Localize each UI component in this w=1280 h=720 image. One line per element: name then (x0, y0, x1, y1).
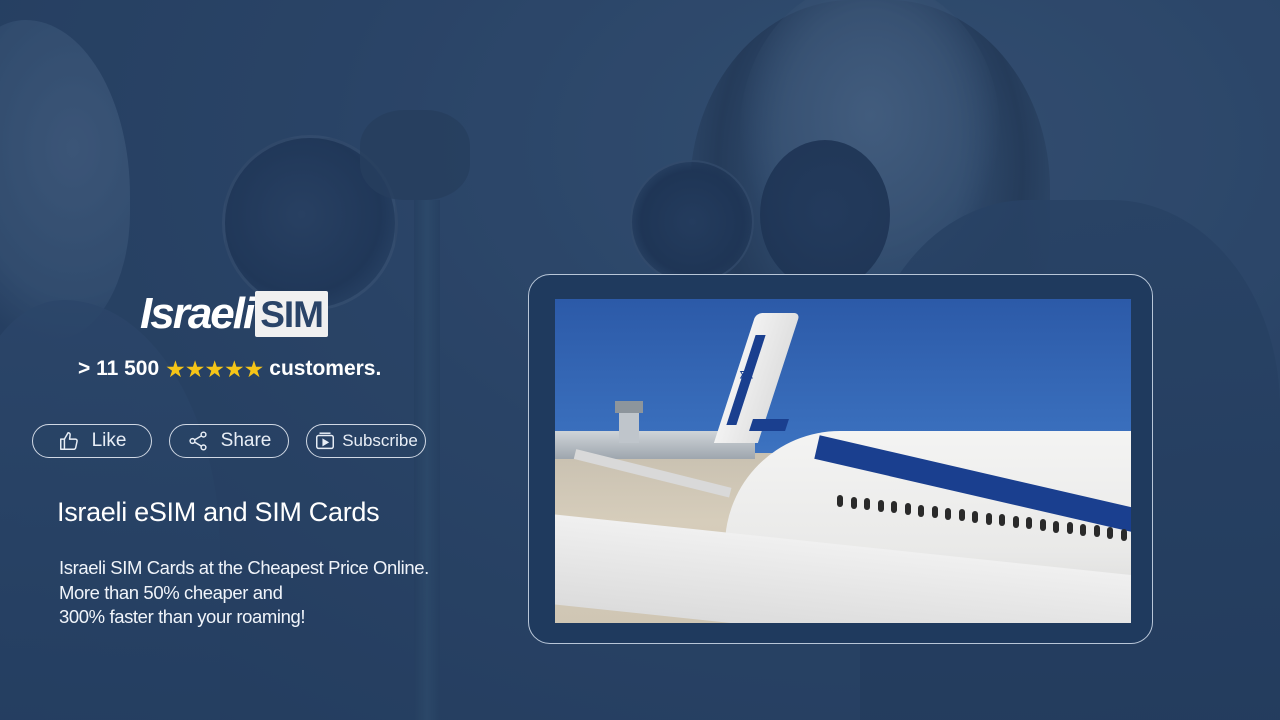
airplane-window (1093, 525, 1100, 538)
airplane-window (958, 509, 965, 522)
airplane-window (918, 504, 924, 517)
like-button[interactable]: Like (32, 424, 152, 458)
logo-text-box: SIM (255, 291, 328, 337)
subscribe-label: Subscribe (342, 431, 418, 450)
airplane-window (1080, 523, 1086, 536)
share-icon (187, 430, 209, 452)
thumbs-up-icon (58, 430, 80, 452)
airplane-window (985, 512, 992, 525)
airplane-window (1039, 519, 1046, 531)
star-of-david-icon: ✡ (738, 365, 755, 387)
share-button[interactable]: Share (169, 424, 289, 458)
description-line: More than 50% cheaper and (59, 581, 283, 603)
share-label: Share (220, 430, 272, 451)
airplane-window (999, 514, 1005, 527)
airplane-window (1053, 520, 1059, 533)
airplane-window (1107, 527, 1113, 539)
description: Israeli SIM Cards at the Cheapest Price … (59, 556, 479, 630)
customer-rating: > 11 500 ★★★★★ customers. (78, 354, 381, 384)
airplane-window (837, 495, 843, 507)
airplane-window (1120, 528, 1127, 541)
airplane-window (850, 496, 857, 509)
israelisim-logo: Israeli SIM (140, 291, 328, 337)
airplane-window (891, 501, 897, 514)
airplane-window (1012, 515, 1019, 528)
customer-count: > 11 500 (78, 357, 160, 380)
airplane-window (877, 499, 884, 512)
airplane-window (904, 503, 911, 515)
subscribe-button[interactable]: Subscribe (306, 424, 426, 458)
page-title: Israeli eSIM and SIM Cards (57, 497, 380, 527)
airplane-window (972, 511, 978, 523)
description-line: 300% faster than your roaming! (59, 606, 306, 627)
airplane-window (1066, 522, 1073, 535)
airplane-video[interactable]: ✡ (555, 299, 1131, 623)
subscribe-icon (314, 430, 336, 452)
logo-text-main: Israeli (140, 289, 255, 338)
star-rating-icon: ★★★★★ (165, 355, 264, 382)
airplane-window (864, 498, 870, 511)
airplane-windows (837, 495, 1131, 541)
airplane-window (945, 507, 951, 520)
airplane-window (1026, 517, 1032, 530)
description-line: Israeli SIM Cards at the Cheapest Price … (59, 557, 429, 578)
customer-label: customers. (269, 357, 382, 380)
like-label: Like (91, 430, 127, 451)
airplane-window (931, 506, 938, 519)
